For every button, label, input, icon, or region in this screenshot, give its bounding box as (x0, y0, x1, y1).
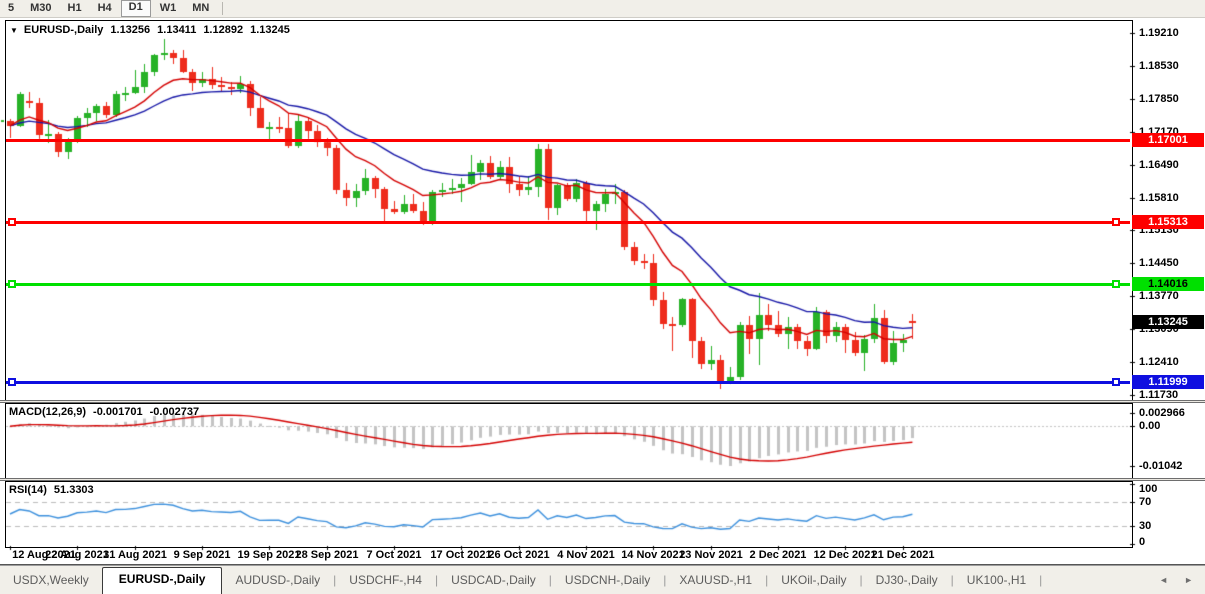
panel-splitter[interactable] (0, 478, 1205, 481)
horizontal-level-line-1.17001[interactable] (6, 139, 1130, 142)
price-level-badge-1.11999: 1.11999 (1132, 375, 1204, 389)
chart-tab-usdchf-h4[interactable]: USDCHF-,H4 (336, 569, 435, 594)
rsi-title: RSI(14) 51.3303 (9, 484, 94, 496)
ohlc-open: 1.13256 (110, 24, 151, 36)
macd-axis-label: 0.002966 (1139, 407, 1185, 419)
price-axis-label: 1.13770 (1139, 290, 1179, 303)
horizontal-level-line-1.15313[interactable] (6, 221, 1130, 224)
chart-tab-uk100-h1[interactable]: UK100-,H1 (954, 569, 1039, 594)
ohlc-high: 1.13411 (157, 24, 197, 36)
price-axis-label: 1.15810 (1139, 191, 1179, 204)
timeframe-button-h4[interactable]: H4 (91, 1, 119, 16)
rsi-label: RSI(14) (9, 484, 47, 496)
line-anchor-marker[interactable] (8, 280, 16, 288)
price-level-badge-1.14016: 1.14016 (1132, 277, 1204, 291)
symbol-label: EURUSD-,Daily (23, 24, 104, 36)
macd-axis-label: -0.01042 (1139, 460, 1183, 472)
date-axis-label: 21 Dec 2021 (871, 549, 935, 561)
timeframe-button-mn[interactable]: MN (185, 1, 216, 16)
chart-tab-dj30-daily[interactable]: DJ30-,Daily (863, 569, 951, 594)
chart-tab-eurusd-daily[interactable]: EURUSD-,Daily (101, 567, 223, 594)
symbol-dropdown-icon[interactable]: ▼ (10, 26, 18, 35)
macd-axis-label: 0.00 (1139, 420, 1161, 432)
line-anchor-marker[interactable] (1112, 378, 1120, 386)
price-chart-canvas[interactable] (0, 0, 1205, 594)
rsi-axis-label: 70 (1139, 496, 1152, 508)
rsi-axis-label: 100 (1139, 483, 1158, 495)
tab-scroll-arrows: ◄ ► (1159, 575, 1205, 594)
horizontal-level-line-1.14016[interactable] (6, 283, 1130, 286)
price-axis-label: 1.16490 (1139, 158, 1179, 171)
macd-value-signal: -0.002737 (149, 406, 200, 418)
timeframe-button-h1[interactable]: H1 (61, 1, 89, 16)
chart-title: ▼ EURUSD-,Daily 1.13256 1.13411 1.12892 … (10, 24, 290, 36)
tab-scroll-left-icon[interactable]: ◄ (1159, 575, 1168, 585)
line-anchor-marker[interactable] (8, 378, 16, 386)
price-axis-label: 1.18530 (1139, 59, 1179, 72)
line-anchor-marker[interactable] (1112, 280, 1120, 288)
price-level-badge-1.17001: 1.17001 (1132, 133, 1204, 147)
line-anchor-marker[interactable] (1112, 218, 1120, 226)
timeframe-button-w1[interactable]: W1 (153, 1, 184, 16)
ohlc-close: 1.13245 (250, 24, 290, 36)
timeframe-toolbar: 5 M30 H1 H4 D1 W1 MN (0, 0, 1205, 18)
ohlc-low: 1.12892 (203, 24, 244, 36)
chart-tab-ukoil-daily[interactable]: UKOil-,Daily (768, 569, 859, 594)
rsi-value: 51.3303 (53, 484, 94, 496)
price-axis-label: 1.12410 (1139, 356, 1179, 368)
toolbar-separator (222, 2, 224, 15)
macd-label: MACD(12,26,9) (9, 406, 87, 418)
price-axis-label: 1.19210 (1139, 27, 1179, 39)
price-level-badge-1.15313: 1.15313 (1132, 215, 1204, 229)
rsi-axis-label: 30 (1139, 520, 1152, 532)
timeframe-button-5[interactable]: 5 (1, 1, 21, 16)
chart-tab-usdcnh-daily[interactable]: USDCNH-,Daily (552, 569, 663, 594)
symbol-tab-bar: USDX,Weekly EURUSD-,Daily AUDUSD-,Daily | US… (0, 565, 1205, 594)
chart-tab-xauusd-h1[interactable]: XAUUSD-,H1 (666, 569, 765, 594)
tab-scroll-right-icon[interactable]: ► (1184, 575, 1193, 585)
chart-tab-audusd-daily[interactable]: AUDUSD-,Daily (222, 569, 333, 594)
rsi-axis-label: 0 (1139, 536, 1146, 548)
horizontal-level-line-1.11999[interactable] (6, 381, 1130, 384)
chart-tab-usdx-weekly[interactable]: USDX,Weekly (0, 569, 102, 594)
mt4-window: { "toolbar": { "timeframes": [ {"label":… (0, 0, 1205, 594)
chart-tab-usdcad-daily[interactable]: USDCAD-,Daily (438, 569, 549, 594)
macd-value-main: -0.001701 (93, 406, 143, 418)
tab-separator: | (1039, 573, 1043, 587)
macd-title: MACD(12,26,9) -0.001701 -0.002737 (9, 406, 199, 418)
current-price-badge: 1.13245 (1132, 315, 1204, 329)
price-axis-label: 1.14450 (1139, 257, 1179, 270)
timeframe-button-m30[interactable]: M30 (23, 1, 58, 16)
price-axis-label: 1.17850 (1139, 92, 1179, 105)
line-anchor-marker[interactable] (8, 218, 16, 226)
panel-splitter[interactable] (0, 400, 1205, 403)
timeframe-button-d1[interactable]: D1 (120, 0, 151, 17)
